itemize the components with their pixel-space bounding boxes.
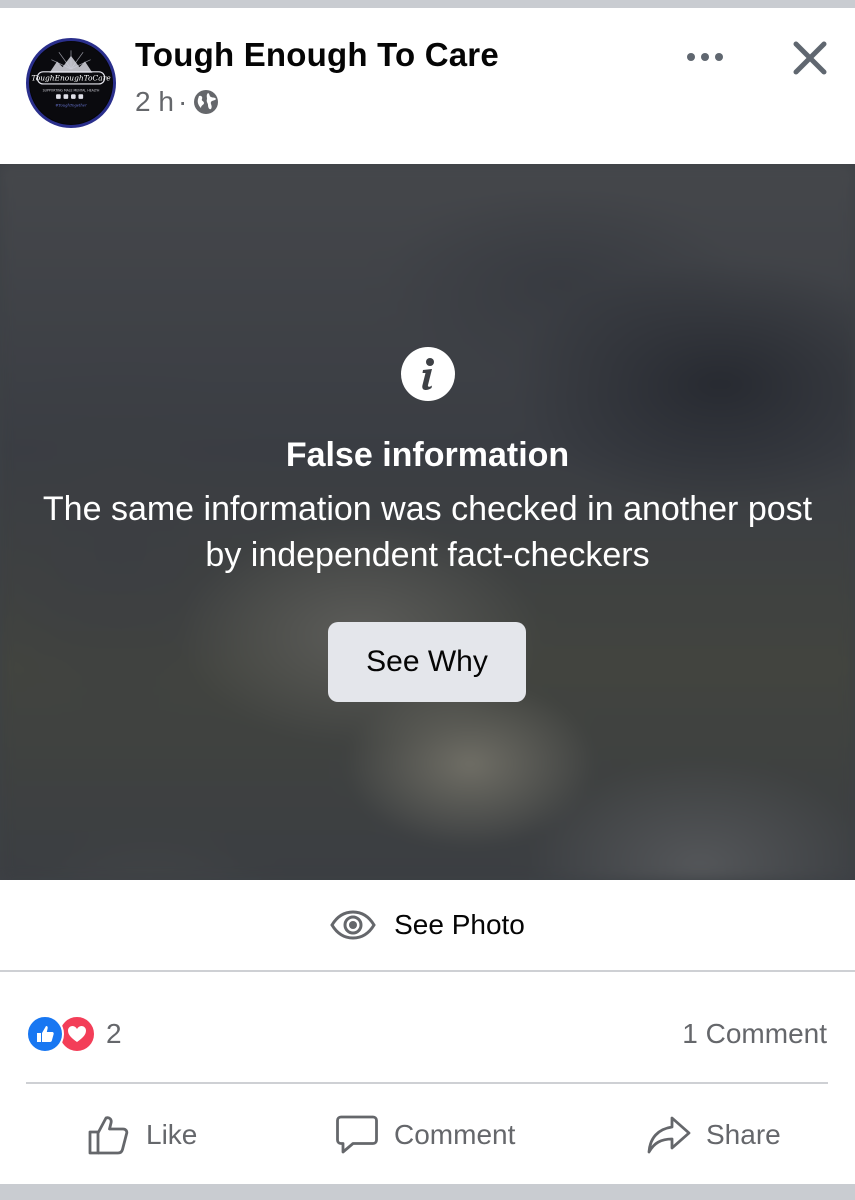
post-actions: Like Comment Share xyxy=(0,1090,855,1180)
like-reaction-icon xyxy=(26,1015,64,1053)
warning-text: The same information was checked in anot… xyxy=(42,490,813,574)
thumbs-up-icon xyxy=(88,1116,129,1155)
more-dots-icon xyxy=(687,53,723,61)
divider xyxy=(26,1082,828,1084)
post-time[interactable]: 2 h xyxy=(135,86,174,118)
more-options-button[interactable] xyxy=(680,42,730,72)
avatar-tagline: SUPPORTING MALE MENTAL HEALTH xyxy=(43,88,100,92)
share-button[interactable]: Share xyxy=(646,1090,781,1180)
close-button[interactable] xyxy=(786,34,834,82)
meta-separator: · xyxy=(177,86,188,117)
like-button[interactable]: Like xyxy=(86,1090,197,1180)
comment-label: Comment xyxy=(394,1119,516,1150)
avatar-logo: ToughEnoughToCare SUPPORTING MALE MENTAL… xyxy=(29,41,113,125)
post-meta: 2 h · xyxy=(135,86,219,118)
like-label: Like xyxy=(146,1119,198,1150)
comment-button[interactable]: Comment xyxy=(334,1090,515,1180)
close-icon xyxy=(793,41,827,75)
warning-title: False information xyxy=(285,436,570,474)
avatar-logo-text: ToughEnoughToCare xyxy=(31,74,111,83)
globe-icon xyxy=(194,90,219,114)
eye-icon xyxy=(330,910,376,940)
post-header: ToughEnoughToCare SUPPORTING MALE MENTAL… xyxy=(0,8,855,164)
page-name[interactable]: Tough Enough To Care xyxy=(135,36,499,74)
share-label: Share xyxy=(706,1119,781,1150)
top-separator xyxy=(0,0,855,8)
see-photo-button[interactable]: See Photo xyxy=(0,880,855,970)
divider xyxy=(0,970,855,972)
info-icon xyxy=(401,347,455,401)
bottom-separator xyxy=(0,1184,855,1200)
comments-count-link[interactable]: 1 Comment xyxy=(682,1018,827,1050)
blurred-photo-overlay: False information The same information w… xyxy=(0,164,855,880)
reaction-count: 2 xyxy=(106,1018,122,1049)
page-avatar[interactable]: ToughEnoughToCare SUPPORTING MALE MENTAL… xyxy=(26,38,116,128)
see-why-button[interactable]: See Why xyxy=(328,622,526,702)
comment-icon xyxy=(336,1115,378,1154)
share-icon xyxy=(647,1116,691,1154)
reaction-summary[interactable]: 2 xyxy=(26,1014,122,1054)
avatar-hashtag: #ToughTogether xyxy=(55,103,87,107)
see-photo-label: See Photo xyxy=(394,909,525,940)
